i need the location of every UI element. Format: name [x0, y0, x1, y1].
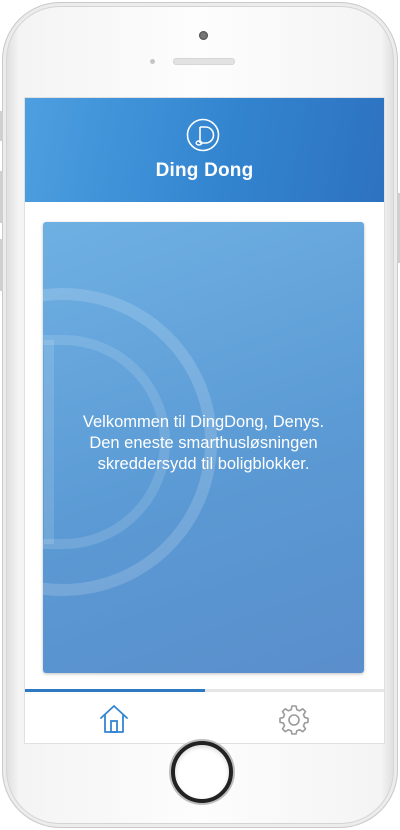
welcome-line-2: Den eneste smarthusløsningen — [89, 434, 318, 452]
music-note-logo-icon — [186, 118, 220, 152]
phone-home-button[interactable] — [171, 741, 233, 803]
welcome-message: Velkommen til DingDong, Denys. Den enest… — [53, 412, 354, 475]
app-header: Ding Dong — [25, 98, 384, 202]
volume-down-button — [0, 239, 3, 291]
front-camera — [199, 31, 208, 40]
bottom-tab-bar — [25, 692, 384, 743]
welcome-card: Velkommen til DingDong, Denys. Den enest… — [43, 222, 364, 673]
app-screen: Ding Dong Velkommen til DingDong, Denys.… — [25, 98, 384, 743]
welcome-line-1: Velkommen til DingDong, Denys. — [82, 413, 325, 431]
proximity-sensor — [150, 59, 155, 64]
phone-frame: Ding Dong Velkommen til DingDong, Denys.… — [0, 2, 400, 828]
volume-up-button — [0, 171, 3, 223]
mute-switch — [0, 111, 3, 141]
app-title: Ding Dong — [155, 160, 254, 181]
earpiece-speaker — [173, 58, 235, 65]
home-icon[interactable] — [97, 702, 131, 736]
welcome-line-3: skreddersydd til boligblokker. — [97, 455, 310, 473]
gear-icon[interactable] — [277, 702, 311, 736]
